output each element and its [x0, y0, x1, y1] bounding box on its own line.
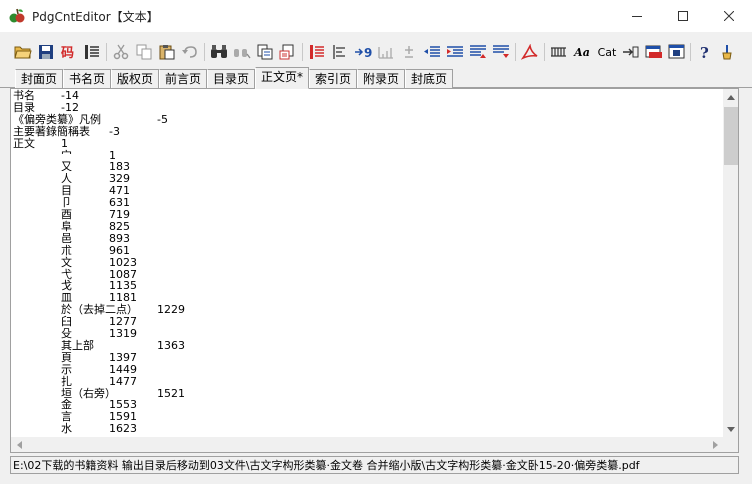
- tab-title-page[interactable]: 书名页: [63, 69, 111, 88]
- toc-page: -3: [109, 124, 120, 138]
- scroll-right-arrow-icon[interactable]: [707, 437, 723, 452]
- toolbar-separator: [515, 43, 516, 61]
- toc-page: 1623: [109, 422, 137, 436]
- level-down-icon[interactable]: 9: [352, 41, 374, 63]
- page-copy-icon[interactable]: [254, 41, 276, 63]
- encoding-icon[interactable]: 码: [58, 41, 80, 63]
- toc-title: 正文: [13, 136, 35, 150]
- move-up-icon[interactable]: [467, 41, 489, 63]
- page-list-icon[interactable]: [81, 41, 103, 63]
- scroll-down-arrow-icon[interactable]: [723, 421, 738, 437]
- tab-back-cover[interactable]: 封底页: [405, 69, 453, 88]
- tab-body[interactable]: 正文页*: [255, 67, 309, 89]
- tab-cover[interactable]: 封面页: [15, 69, 63, 88]
- page-paste-icon[interactable]: [277, 41, 299, 63]
- text-editor[interactable]: 书名 -14 目录 -12 《偏旁类纂》凡例 -5 主要著錄簡稱表 -3 正文 1 宀 1 又 183 人 3…: [10, 88, 739, 453]
- tab-bar: 封面页 书名页 版权页 前言页 目录页 正文页* 索引页 附录页 封底页: [0, 67, 752, 89]
- level-up-icon[interactable]: [375, 41, 397, 63]
- paste-icon[interactable]: [156, 41, 178, 63]
- indent-list-icon[interactable]: [306, 41, 328, 63]
- toolbar-separator: [690, 43, 691, 61]
- columns-icon[interactable]: [548, 41, 570, 63]
- help-icon[interactable]: ?: [694, 41, 716, 63]
- svg-text:码: 码: [61, 46, 74, 60]
- align-left-icon[interactable]: [329, 41, 351, 63]
- toc-page: 1319: [109, 327, 137, 340]
- status-bar: E:\02下载的书籍资料 输出目录后移动到03文件\古文字构形类纂·金文卷 合并…: [10, 456, 739, 474]
- toc-page: -5: [157, 112, 168, 126]
- pdf-icon[interactable]: [519, 41, 541, 63]
- toolbar-separator: [204, 43, 205, 61]
- move-down-icon[interactable]: [490, 41, 512, 63]
- tab-preface[interactable]: 前言页: [159, 69, 207, 88]
- save-icon[interactable]: [35, 41, 57, 63]
- font-icon[interactable]: Aa: [571, 41, 593, 63]
- window-title: PdgCntEditor【文本】: [32, 10, 159, 24]
- title-bar[interactable]: PdgCntEditor【文本】: [0, 0, 752, 32]
- open-folder-icon[interactable]: [12, 41, 34, 63]
- toolbar-separator: [544, 43, 545, 61]
- undo-icon[interactable]: [179, 41, 201, 63]
- toc-title: 水: [61, 422, 72, 436]
- scroll-up-arrow-icon[interactable]: [723, 89, 738, 105]
- cut-icon[interactable]: [110, 41, 132, 63]
- toc-page: 1363: [157, 338, 185, 352]
- tab-appendix[interactable]: 附录页: [357, 69, 405, 88]
- plus-minus-icon[interactable]: [398, 41, 420, 63]
- scroll-left-arrow-icon[interactable]: [11, 437, 27, 452]
- toc-page: 1521: [157, 386, 185, 400]
- vertical-scrollbar[interactable]: [723, 89, 738, 437]
- toolbar: 码 9 Aa Cat ?: [0, 38, 752, 66]
- bookmark-icon[interactable]: [620, 41, 642, 63]
- vertical-scroll-thumb[interactable]: [724, 107, 738, 165]
- toc-page: 1229: [157, 303, 185, 317]
- svg-text:9: 9: [364, 46, 372, 60]
- toolbar-separator: [106, 43, 107, 61]
- replace-icon[interactable]: [231, 41, 253, 63]
- tools-icon[interactable]: [717, 41, 739, 63]
- file-path-status: E:\02下载的书籍资料 输出目录后移动到03文件\古文字构形类纂·金文卷 合并…: [13, 459, 640, 472]
- find-icon[interactable]: [208, 41, 230, 63]
- editor-lines[interactable]: 书名 -14 目录 -12 《偏旁类纂》凡例 -5 主要著錄簡稱表 -3 正文 1 宀 1 又 183 人 3…: [13, 89, 721, 437]
- outdent-icon[interactable]: [421, 41, 443, 63]
- tab-contents[interactable]: 目录页: [207, 69, 255, 88]
- toolbar-separator: [302, 43, 303, 61]
- horizontal-scrollbar[interactable]: [11, 437, 723, 452]
- minimize-button[interactable]: [614, 0, 660, 32]
- scrollbar-corner: [723, 437, 738, 452]
- svg-text:?: ?: [700, 44, 709, 60]
- indent-icon[interactable]: [444, 41, 466, 63]
- cat-icon[interactable]: Cat: [594, 41, 620, 63]
- copy-icon[interactable]: [133, 41, 155, 63]
- tab-copyright[interactable]: 版权页: [111, 69, 159, 88]
- save-window-icon[interactable]: [666, 41, 688, 63]
- app-window: PdgCntEditor【文本】 码 9 Aa Cat ? 封面页 书名页 版权…: [0, 0, 752, 484]
- window-icon[interactable]: [643, 41, 665, 63]
- app-logo-icon: [8, 7, 26, 25]
- maximize-button[interactable]: [660, 0, 706, 32]
- close-button[interactable]: [706, 0, 752, 32]
- tab-index[interactable]: 索引页: [309, 69, 357, 88]
